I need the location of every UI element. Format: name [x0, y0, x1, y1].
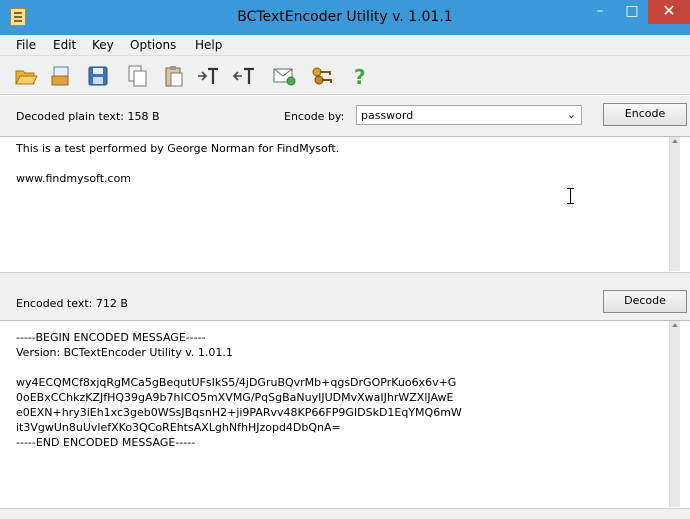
decode-button[interactable]: Decode — [603, 290, 687, 313]
title-bar[interactable]: BCTextEncoder Utility v. 1.01.1 – □ ✕ — [0, 0, 690, 35]
key-pair-icon[interactable] — [310, 64, 334, 88]
paste-icon[interactable] — [162, 64, 186, 88]
encode-by-value: password — [361, 109, 414, 122]
decoded-size-label: Decoded plain text: 158 B — [16, 110, 160, 123]
status-bar — [0, 508, 690, 519]
encoded-line: -----BEGIN ENCODED MESSAGE----- — [16, 331, 206, 344]
menu-bar: File Edit Key Options Help — [0, 35, 690, 56]
encoded-line: it3VgwUn8uUvlefXKo3QCoREhtsAXLghNfhHJzop… — [16, 421, 341, 434]
encoded-line: Version: BCTextEncoder Utility v. 1.01.1 — [16, 346, 233, 359]
toolbar: ? — [0, 56, 690, 95]
encoded-text-area[interactable]: -----BEGIN ENCODED MESSAGE----- Version:… — [10, 321, 680, 507]
decoded-line: www.findmysoft.com — [16, 172, 132, 185]
chevron-down-icon: ⌄ — [566, 108, 576, 121]
encode-text-icon[interactable] — [196, 64, 220, 88]
encoded-line: wy4ECQMCf8xjqRgMCa5gBequtUFsIkS5/4jDGruB… — [16, 376, 457, 389]
scroll-up-icon[interactable] — [672, 139, 678, 143]
menu-help[interactable]: Help — [195, 38, 222, 52]
minimize-button[interactable]: – — [586, 0, 614, 24]
decoded-header-bar: Decoded plain text: 158 B Encode by: pas… — [0, 96, 690, 137]
menu-options[interactable]: Options — [130, 38, 176, 52]
scroll-up-icon[interactable] — [672, 323, 678, 327]
encoded-line: e0EXN+hry3iEh1xc3geb0WSsJBqsnH2+ji9PARvv… — [16, 406, 462, 419]
encoded-size-label: Encoded text: 712 B — [16, 297, 128, 310]
email-icon[interactable] — [272, 64, 296, 88]
decode-text-icon[interactable] — [232, 64, 256, 88]
decoded-line: This is a test performed by George Norma… — [16, 142, 340, 155]
svg-text:?: ? — [354, 65, 366, 88]
encode-button[interactable]: Encode — [603, 103, 687, 126]
encode-by-label: Encode by: — [284, 110, 345, 123]
encoded-scrollbar[interactable] — [669, 321, 680, 507]
copy-icon[interactable] — [126, 64, 150, 88]
encoded-line: -----END ENCODED MESSAGE----- — [16, 436, 196, 449]
menu-edit[interactable]: Edit — [53, 38, 76, 52]
open-file-icon[interactable] — [50, 64, 74, 88]
encoded-header-bar: Encoded text: 712 B Decode — [0, 281, 690, 321]
decoded-text-area[interactable]: This is a test performed by George Norma… — [10, 137, 680, 271]
encode-by-select[interactable]: password ⌄ — [356, 105, 582, 125]
help-icon[interactable]: ? — [348, 64, 372, 88]
encoded-line: 0oEBxCChkzKZJfHQ39gA9b7hICO5mXVMG/PqSgBa… — [16, 391, 454, 404]
close-button[interactable]: ✕ — [648, 0, 690, 24]
decoded-scrollbar[interactable] — [669, 137, 680, 271]
menu-key[interactable]: Key — [92, 38, 114, 52]
menu-file[interactable]: File — [16, 38, 36, 52]
text-cursor-icon — [566, 188, 575, 204]
maximize-button[interactable]: □ — [618, 0, 646, 24]
save-icon[interactable] — [86, 64, 110, 88]
open-folder-icon[interactable] — [14, 64, 38, 88]
